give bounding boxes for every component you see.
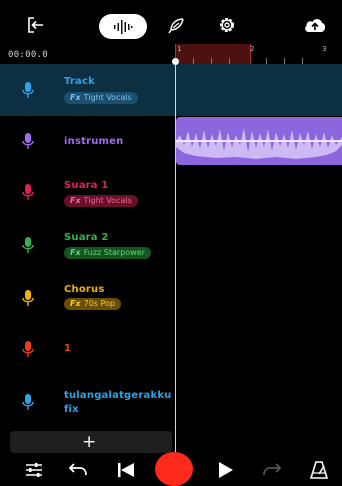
- timeline-ruler[interactable]: [0, 44, 342, 64]
- audio-clip[interactable]: [176, 117, 342, 165]
- fx-label: Tight Vocals: [83, 93, 132, 102]
- microphone-icon[interactable]: [22, 237, 34, 259]
- track-name: 1: [64, 343, 72, 354]
- undo-icon[interactable]: [67, 460, 89, 480]
- time-display: 00:00.0: [8, 50, 49, 60]
- plus-icon: +: [82, 432, 97, 452]
- track-name: tulangalatgerakkufix: [64, 390, 172, 415]
- track-name: Suara 2: [64, 232, 109, 243]
- fx-label: 70s Pop: [83, 299, 116, 308]
- waveform-icon: [112, 18, 134, 35]
- fx-badge[interactable]: Fx Tight Vocals: [64, 195, 138, 207]
- clip-waveform: [176, 128, 342, 159]
- skip-back-icon[interactable]: [115, 460, 137, 480]
- fx-prefix: Fx: [70, 248, 81, 257]
- redo-icon[interactable]: [261, 460, 283, 480]
- microphone-icon[interactable]: [22, 394, 34, 416]
- fx-badge[interactable]: Fx 70s Pop: [64, 298, 122, 310]
- microphone-icon[interactable]: [22, 133, 34, 155]
- track-row-track[interactable]: Track Fx Tight Vocals: [0, 66, 174, 116]
- playhead-handle[interactable]: [172, 58, 179, 65]
- gear-icon[interactable]: [216, 14, 238, 36]
- playhead[interactable]: [175, 62, 176, 452]
- waveform-view-toggle[interactable]: [99, 14, 147, 39]
- fx-badge[interactable]: Fx Tight Vocals: [64, 92, 138, 104]
- fx-label: Fuzz Starpower: [83, 248, 145, 257]
- track-name: instrumen: [64, 136, 124, 147]
- record-button[interactable]: [155, 452, 193, 486]
- ruler-bar-2: 2: [250, 45, 255, 53]
- feather-icon[interactable]: [165, 15, 187, 37]
- track-name: Chorus: [64, 284, 105, 295]
- add-track-button[interactable]: +: [10, 431, 172, 453]
- fx-prefix: Fx: [70, 196, 81, 205]
- fx-prefix: Fx: [70, 299, 81, 308]
- track-row-suara-1[interactable]: Suara 1 Fx Tight Vocals: [0, 170, 174, 220]
- exit-icon[interactable]: [25, 14, 47, 36]
- ruler-bar-3: 3: [322, 45, 327, 53]
- play-icon[interactable]: [215, 460, 237, 480]
- loop-region[interactable]: [175, 44, 251, 64]
- microphone-icon[interactable]: [22, 184, 34, 206]
- microphone-icon[interactable]: [22, 341, 34, 363]
- track-row-chorus[interactable]: Chorus Fx 70s Pop: [0, 276, 174, 326]
- track-row-tulangalatgerakkufix[interactable]: tulangalatgerakkufix: [0, 382, 174, 432]
- fx-label: Tight Vocals: [83, 196, 132, 205]
- track-row-instrumen[interactable]: instrumen: [0, 117, 174, 167]
- track-row-1[interactable]: 1: [0, 329, 174, 379]
- metronome-icon[interactable]: [308, 459, 330, 481]
- cloud-upload-icon[interactable]: [302, 14, 328, 36]
- track-name: Suara 1: [64, 180, 109, 191]
- sliders-icon[interactable]: [24, 460, 44, 480]
- track-row-suara-2[interactable]: Suara 2 Fx Fuzz Starpower: [0, 223, 174, 273]
- top-bar: [0, 0, 342, 44]
- fx-prefix: Fx: [70, 93, 81, 102]
- fx-badge[interactable]: Fx Fuzz Starpower: [64, 247, 151, 259]
- track-name: Track: [64, 76, 95, 87]
- microphone-icon[interactable]: [22, 290, 34, 312]
- ruler-bar-1: 1: [177, 45, 182, 53]
- microphone-icon[interactable]: [22, 82, 34, 104]
